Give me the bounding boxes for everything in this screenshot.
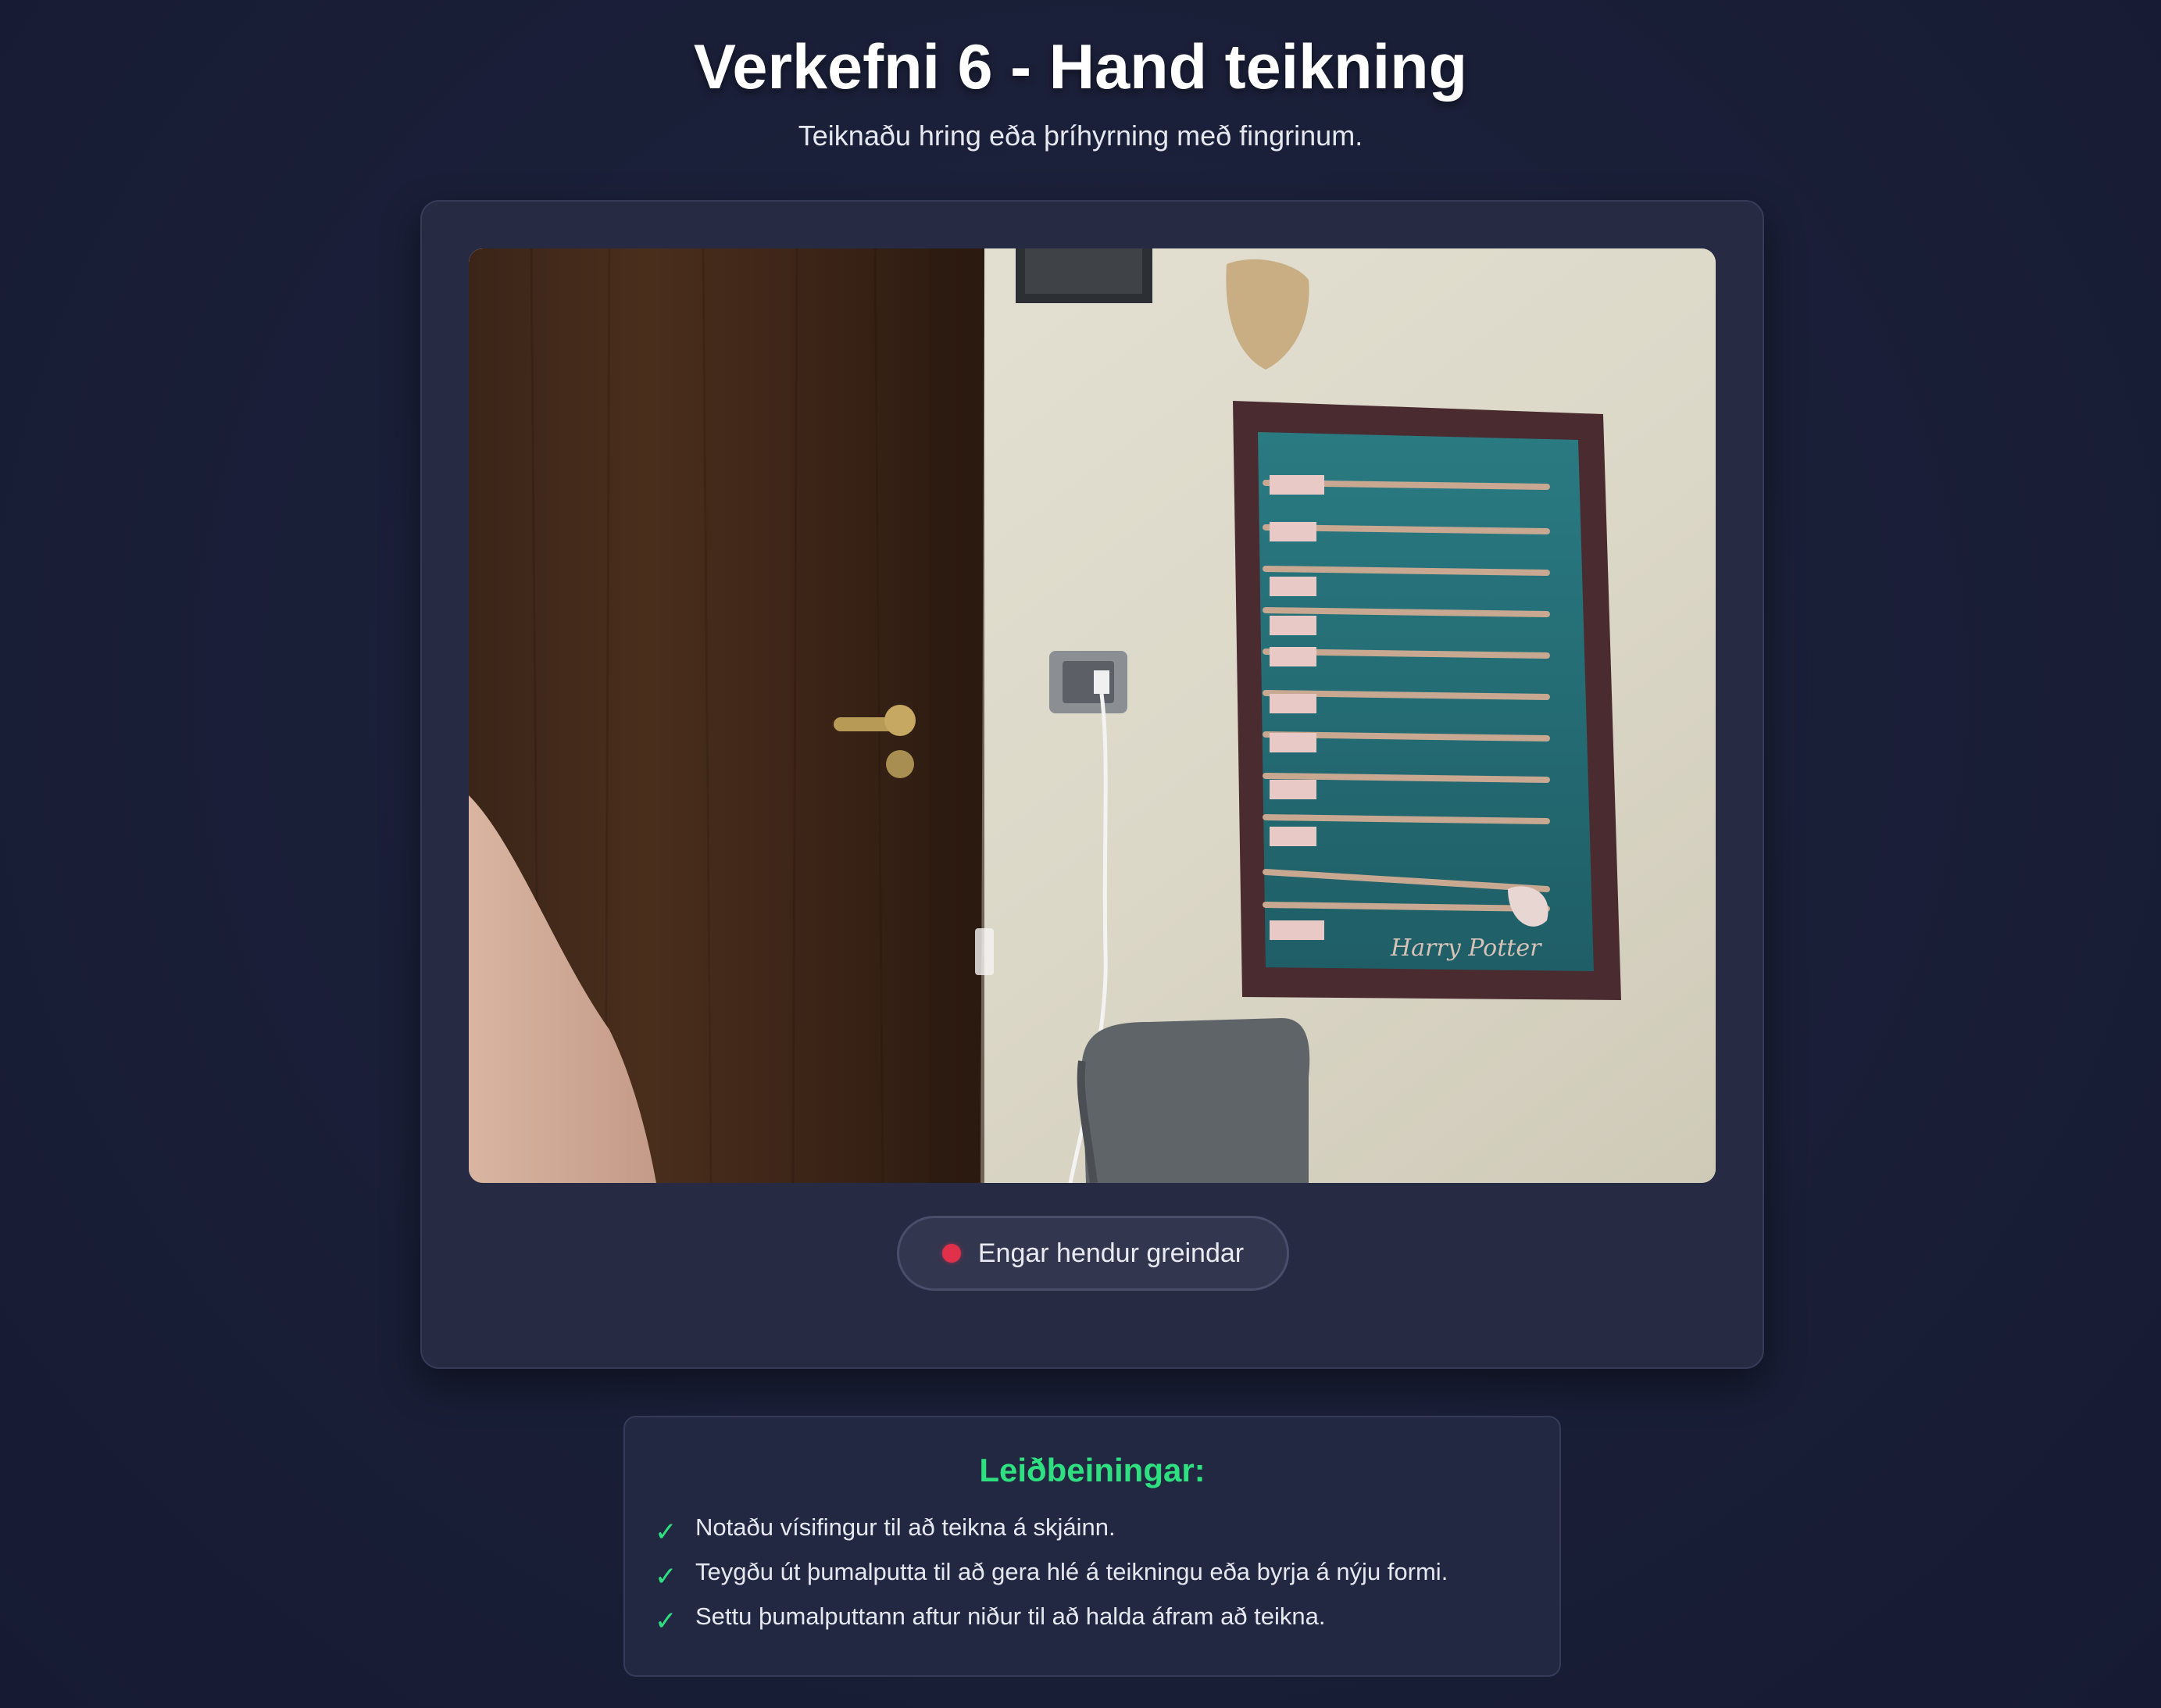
instruction-text: Settu þumalputtann aftur niður til að ha…: [695, 1602, 1326, 1630]
hand-detection-status: Engar hendur greindar: [897, 1216, 1289, 1291]
instructions-card: Leiðbeiningar: ✓ Notaðu vísifingur til a…: [623, 1416, 1561, 1677]
page-subtitle: Teiknaðu hring eða þríhyrning með fingri…: [798, 120, 1363, 152]
main-card: Harry Potter Engar hendur greindar: [420, 200, 1764, 1369]
status-red-dot-icon: [941, 1244, 961, 1263]
page-title: Verkefni 6 - Hand teikning: [693, 32, 1468, 102]
webcam-video-feed[interactable]: Harry Potter: [469, 248, 1716, 1183]
instruction-item: ✓ Settu þumalputtann aftur niður til að …: [655, 1594, 1448, 1638]
check-icon: ✓: [655, 1561, 677, 1592]
instruction-item: ✓ Teygðu út þumalputta til að gera hlé á…: [655, 1549, 1448, 1594]
check-icon: ✓: [655, 1606, 677, 1636]
instruction-item: ✓ Notaðu vísifingur til að teikna á skjá…: [655, 1505, 1448, 1549]
webcam-frame-image: Harry Potter: [469, 248, 1716, 1183]
instruction-text: Notaðu vísifingur til að teikna á skjáin…: [695, 1513, 1116, 1541]
instruction-text: Teygðu út þumalputta til að gera hlé á t…: [695, 1557, 1448, 1585]
instructions-heading: Leiðbeiningar:: [979, 1452, 1206, 1488]
instructions-list: ✓ Notaðu vísifingur til að teikna á skjá…: [655, 1505, 1448, 1638]
poster-logo-text: Harry Potter: [1390, 934, 1542, 962]
check-icon: ✓: [655, 1517, 677, 1547]
status-label: Engar hendur greindar: [977, 1238, 1245, 1268]
